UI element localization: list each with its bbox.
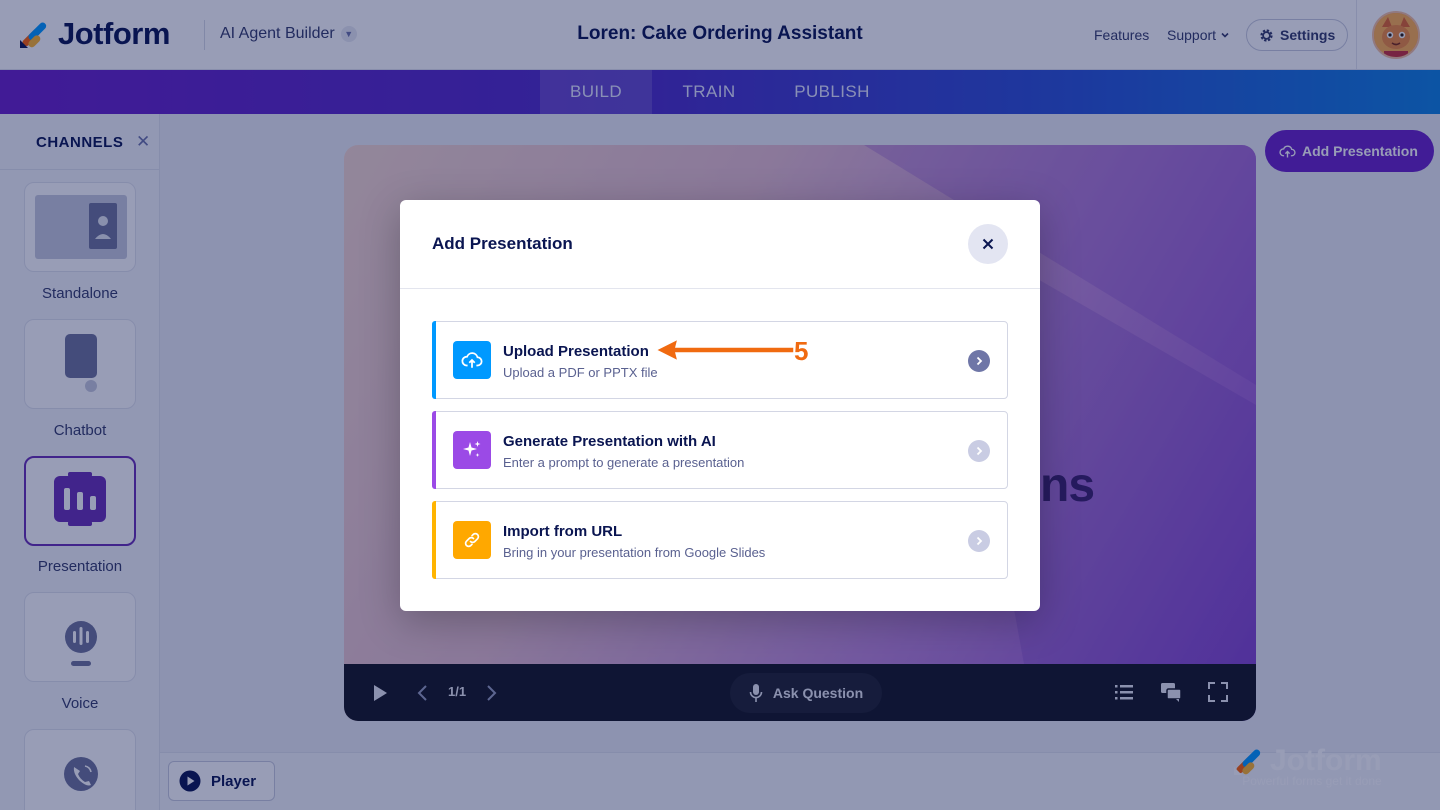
link-icon xyxy=(453,521,491,559)
option-title: Generate Presentation with AI xyxy=(503,433,716,450)
option-accent-bar xyxy=(432,321,436,399)
chevron-right-icon[interactable] xyxy=(968,440,990,462)
chevron-right-icon[interactable] xyxy=(968,350,990,372)
option-title: Upload Presentation xyxy=(503,343,649,360)
option-accent-bar xyxy=(432,411,436,489)
modal-close-button[interactable] xyxy=(968,224,1008,264)
modal-header: Add Presentation xyxy=(400,200,1040,289)
add-presentation-modal: Add Presentation Upload Presentation Upl… xyxy=(400,200,1040,611)
annotation-arrow-icon xyxy=(654,337,795,363)
option-subtitle: Enter a prompt to generate a presentatio… xyxy=(503,455,745,470)
close-icon xyxy=(982,238,994,250)
option-title: Import from URL xyxy=(503,523,623,540)
option-generate-with-ai[interactable]: Generate Presentation with AI Enter a pr… xyxy=(432,411,1008,489)
option-subtitle: Bring in your presentation from Google S… xyxy=(503,545,766,560)
annotation-step-number: 5 xyxy=(794,336,809,366)
option-import-from-url[interactable]: Import from URL Bring in your presentati… xyxy=(432,501,1008,579)
upload-cloud-icon xyxy=(453,341,491,379)
sparkle-icon xyxy=(453,431,491,469)
modal-title: Add Presentation xyxy=(432,234,573,253)
option-accent-bar xyxy=(432,501,436,579)
option-subtitle: Upload a PDF or PPTX file xyxy=(503,365,658,380)
chevron-right-icon[interactable] xyxy=(968,530,990,552)
